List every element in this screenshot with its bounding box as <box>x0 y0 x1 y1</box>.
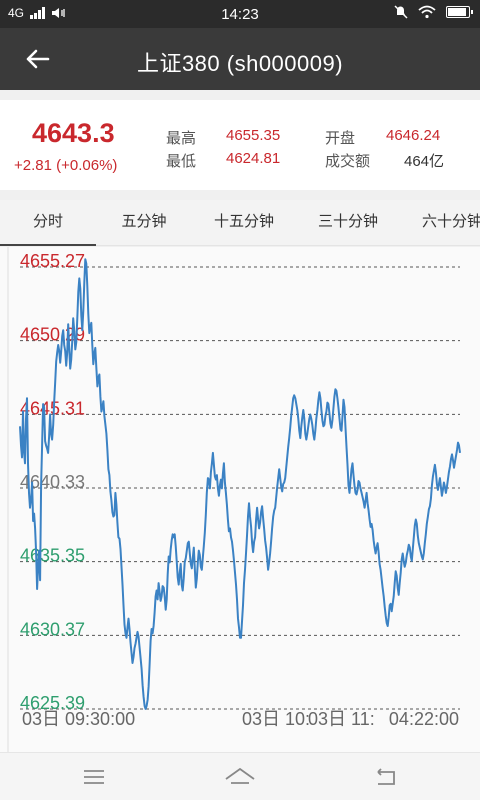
y-tick-label: 4630.37 <box>20 619 85 639</box>
intraday-chart[interactable]: 4655.27 4650.29 4645.31 4640.33 4635.35 4630.… <box>0 247 480 752</box>
x-tick-label: 04:22:00 <box>389 709 459 729</box>
low-value: 4624.81 <box>226 150 281 167</box>
volume-label: 成交额 <box>325 153 371 170</box>
current-price: 4643.3 <box>32 118 115 148</box>
low-label: 最低 <box>166 153 197 170</box>
app-bar: 上证380 (sh000009) <box>0 28 480 90</box>
page-title: 上证380 (sh000009) <box>136 51 344 76</box>
menu-icon[interactable] <box>74 763 114 791</box>
tab-60min[interactable]: 六十分钟 <box>400 200 480 246</box>
tab-15min[interactable]: 十五分钟 <box>192 200 296 246</box>
battery-icon <box>446 6 473 18</box>
x-tick-label: 03日 10: <box>242 709 310 729</box>
y-tick-label: 4655.27 <box>20 251 85 271</box>
back-icon[interactable] <box>366 763 406 791</box>
high-label: 最高 <box>166 130 197 147</box>
tab-intraday[interactable]: 分时 <box>0 200 96 246</box>
x-tick-label: 03日 11: <box>308 709 375 729</box>
tab-5min[interactable]: 五分钟 <box>96 200 192 246</box>
y-tick-label: 4635.35 <box>20 546 85 566</box>
quote-panel: 4643.3 +2.81 (+0.06%) 最高 4655.35 开盘 4646… <box>0 100 480 190</box>
status-right <box>394 5 473 19</box>
mute-icon <box>394 5 408 19</box>
open-value: 4646.24 <box>386 127 441 144</box>
wifi-icon <box>418 5 436 19</box>
y-tick-label: 4645.31 <box>20 398 85 418</box>
volume-value: 464亿 <box>404 153 445 170</box>
period-tabs: 分时 五分钟 十五分钟 三十分钟 六十分钟 <box>0 200 480 246</box>
x-tick-label: 03日 09:30:00 <box>22 709 135 729</box>
price-change: +2.81 (+0.06%) <box>14 157 118 174</box>
status-bar: 4G 14:23 <box>0 0 480 28</box>
home-icon[interactable] <box>220 763 260 791</box>
open-label: 开盘 <box>325 130 356 147</box>
system-nav-bar <box>0 752 480 800</box>
high-value: 4655.35 <box>226 127 281 144</box>
price-line <box>19 258 461 710</box>
tab-30min[interactable]: 三十分钟 <box>296 200 400 246</box>
chart-svg: 4655.274650.294645.314640.334635.354630.… <box>7 247 461 752</box>
